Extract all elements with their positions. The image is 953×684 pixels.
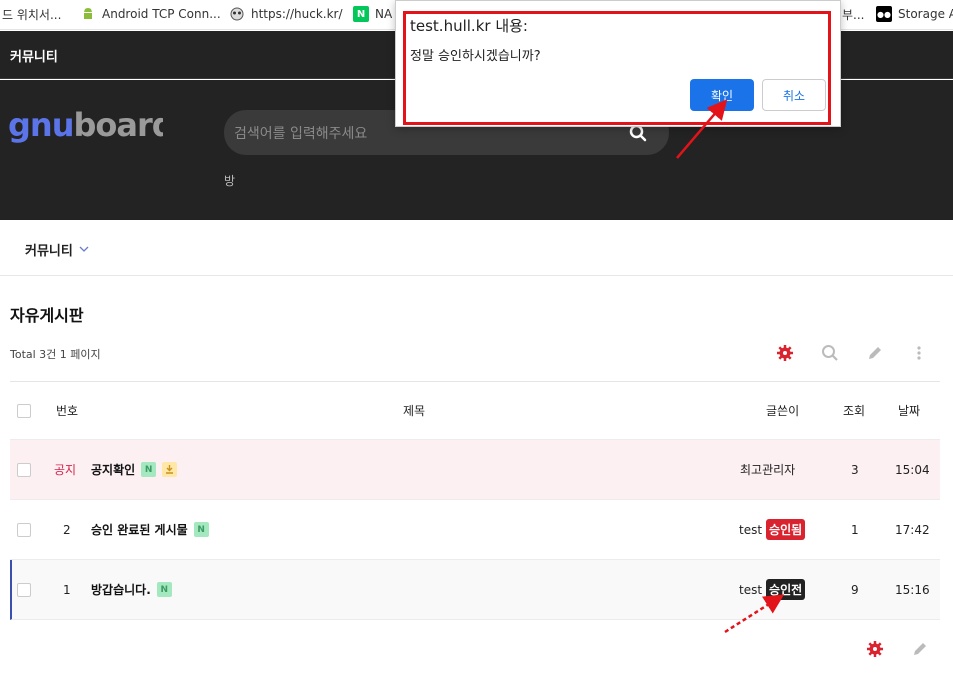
table-header: 번호 제목 글쓴이 조회 날짜 [10,381,940,440]
bookmark-1[interactable]: 드 위치서... [2,6,61,23]
post-number: 2 [63,522,71,537]
header-date[interactable]: 날짜 [898,382,920,439]
pencil-icon[interactable] [911,640,929,662]
row-checkbox[interactable] [17,522,31,537]
post-subject[interactable]: 방갑습니다. N [91,560,172,619]
topbar-title[interactable]: 커뮤니티 [10,46,58,65]
bookmark-3[interactable]: https://huck.kr/ [229,6,343,22]
post-subject[interactable]: 공지확인 N [91,440,178,499]
dialog-title: test.hull.kr 내용: [410,17,528,35]
new-icon: N [156,582,172,597]
raccoon-icon [229,6,245,22]
post-subject[interactable]: 승인 완료된 게시물 N [91,500,209,559]
select-all-checkbox[interactable] [17,403,31,418]
post-author[interactable]: 최고관리자 [740,440,795,499]
bookmark-label: 드 위치서... [2,8,62,22]
post-date: 15:16 [895,582,930,597]
total-count: Total 3건 1 페이지 [10,348,101,361]
row-checkbox[interactable] [17,462,31,477]
page-title: 자유게시판 [10,306,84,325]
bookmark-label: Storage A [898,7,953,21]
post-author[interactable]: test 승인됨 [739,500,806,559]
header-author: 글쓴이 [766,404,800,418]
confirm-button[interactable]: 확인 [690,79,754,111]
naver-icon: N [353,6,369,22]
post-views: 1 [851,522,859,537]
table-row[interactable]: 1 방갑습니다. N test 승인전 9 15:16 [10,560,940,620]
pencil-icon[interactable] [866,344,884,366]
category-nav: 커뮤니티 [0,220,953,276]
post-subject-text[interactable]: 공지확인 [91,461,135,478]
bookmark-label: Android TCP Conn... [102,7,221,21]
search-icon[interactable] [821,344,839,366]
status-badge-pending[interactable]: 승인전 [766,579,806,600]
header-num[interactable]: 번호 [56,382,78,439]
header-subject: 제목 [403,404,426,418]
bookmark-6[interactable]: ●● Storage A [876,6,953,22]
nav-label: 커뮤니티 [25,244,73,259]
table-row[interactable]: 2 승인 완료된 게시물 N test 승인됨 1 17:42 [10,500,940,560]
download-icon [162,462,178,477]
post-views: 9 [851,582,859,597]
dialog-message: 정말 승인하시겠습니까? [410,49,541,64]
post-subject-text[interactable]: 방갑습니다. [91,581,151,598]
header-views[interactable]: 조회 [843,382,865,439]
search-icon[interactable] [629,124,647,146]
gear-icon[interactable] [776,344,794,366]
bookmark-label: 부... [842,8,865,22]
author-name[interactable]: test [739,523,762,537]
more-options-icon[interactable] [914,344,924,366]
medium-icon: ●● [876,6,892,22]
post-date: 17:42 [895,522,930,537]
bookmark-5[interactable]: 부... [842,6,864,23]
post-date: 15:04 [895,462,930,477]
bookmark-2[interactable]: Android TCP Conn... [80,6,221,22]
cancel-button[interactable]: 취소 [762,79,826,111]
chevron-down-icon [79,244,89,255]
post-author[interactable]: test 승인전 [739,560,806,619]
nav-item-community[interactable]: 커뮤니티 [25,240,89,259]
status-badge-approved: 승인됨 [766,519,806,540]
post-views: 3 [851,462,859,477]
new-icon: N [193,522,209,537]
gnuboard-logo[interactable]: gnuboard [8,104,175,150]
bookmark-4[interactable]: N NA [353,6,392,22]
post-subject-text[interactable]: 승인 완료된 게시물 [91,521,188,538]
post-number: 1 [63,582,71,597]
gear-icon[interactable] [866,640,884,662]
notice-label: 공지 [54,463,77,477]
svg-text:gnuboard: gnuboard [8,106,163,144]
bookmark-label: NA [375,7,393,21]
android-icon [80,6,96,22]
new-icon: N [141,462,157,477]
search-placeholder: 검색어를 입력해주세요 [234,126,368,142]
author-name[interactable]: test [739,583,762,597]
popular-keyword[interactable]: 방 [224,172,235,189]
table-row-notice[interactable]: 공지 공지확인 N 최고관리자 3 15:04 [10,440,940,500]
bookmark-label: https://huck.kr/ [251,7,343,21]
row-checkbox[interactable] [17,582,31,597]
